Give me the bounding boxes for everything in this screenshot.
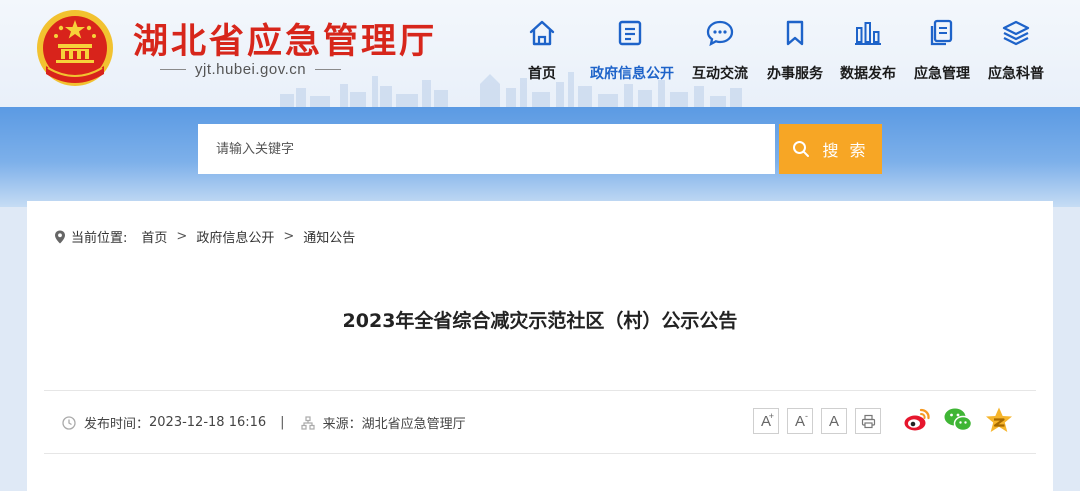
- publish-time: 2023-12-18 16:16: [149, 415, 267, 430]
- breadcrumb-notice-link[interactable]: 通知公告: [303, 227, 355, 246]
- nav-item-home[interactable]: 首页: [502, 18, 582, 88]
- bar-chart-icon: [855, 22, 881, 45]
- search-button[interactable]: 搜 索: [779, 124, 882, 174]
- article-title: 2023年全省综合减灾示范社区（村）公示公告: [342, 310, 738, 332]
- weibo-icon[interactable]: [903, 406, 931, 434]
- nav-label: 互动交流: [692, 66, 748, 82]
- source-value: 湖北省应急管理厅: [361, 417, 466, 432]
- bookmark-icon: [786, 20, 804, 46]
- site-header: 湖北省应急管理厅 yjt.hubei.gov.cn 首页 政府信息公开 互动交流…: [0, 0, 1080, 107]
- breadcrumb-separator: >: [283, 229, 295, 244]
- article-meta: 发布时间： 2023-12-18 16:16 | 来源： 湖北省应急管理厅: [62, 413, 466, 432]
- font-size-tools: A + A- A: [753, 408, 889, 434]
- nav-item-science[interactable]: 应急科普: [976, 18, 1056, 88]
- breadcrumb-prefix: 当前位置:: [71, 231, 128, 246]
- chat-icon: [706, 20, 734, 47]
- font-reset-button[interactable]: A: [821, 408, 847, 434]
- print-icon: [861, 414, 875, 428]
- source-label: 来源：: [322, 417, 362, 432]
- nav-label: 应急管理: [914, 66, 970, 82]
- clock-icon: [62, 415, 76, 430]
- site-title: 湖北省应急管理厅: [133, 22, 438, 62]
- minus-icon: -: [805, 411, 808, 421]
- nav-label: 办事服务: [767, 66, 823, 82]
- files-icon: [930, 19, 953, 46]
- domain-text: yjt.hubei.gov.cn: [195, 61, 307, 78]
- home-icon: [529, 20, 555, 46]
- nav-item-data[interactable]: 数据发布: [828, 18, 908, 88]
- nav-item-emergency[interactable]: 应急管理: [902, 18, 982, 88]
- print-button[interactable]: [855, 408, 881, 434]
- qzone-icon[interactable]: [985, 406, 1013, 434]
- nav-item-interaction[interactable]: 互动交流: [680, 18, 760, 88]
- divider: [44, 390, 1036, 391]
- document-icon: [618, 20, 642, 46]
- nav-label: 数据发布: [840, 66, 896, 82]
- search-input[interactable]: [198, 124, 775, 174]
- location-pin-icon: [55, 230, 65, 243]
- nav-label: 应急科普: [988, 66, 1044, 82]
- nav-item-gov-info[interactable]: 政府信息公开: [590, 18, 674, 88]
- nav-label: 首页: [528, 66, 556, 82]
- domain-right-line: [315, 69, 342, 70]
- layers-icon: [1002, 20, 1030, 46]
- national-emblem-logo: [37, 10, 113, 86]
- domain-left-line: [160, 69, 186, 70]
- search-icon: [793, 141, 810, 157]
- meta-divider: |: [280, 415, 285, 430]
- font-reset-label: A: [828, 412, 839, 430]
- breadcrumb-gov-info-link[interactable]: 政府信息公开: [196, 227, 274, 246]
- breadcrumb-home-link[interactable]: 首页: [141, 227, 167, 246]
- nav-item-services[interactable]: 办事服务: [755, 18, 835, 88]
- nav-label: 政府信息公开: [590, 66, 674, 82]
- font-increase-button[interactable]: A +: [753, 408, 779, 434]
- publish-time-label: 发布时间：: [84, 417, 150, 432]
- plus-icon: +: [768, 411, 774, 421]
- sitemap-icon: [300, 415, 315, 430]
- search-button-label: 搜 索: [822, 141, 869, 160]
- site-domain: yjt.hubei.gov.cn: [160, 61, 342, 78]
- breadcrumb: 当前位置: 首页 > 政府信息公开 > 通知公告: [54, 227, 355, 246]
- wechat-icon[interactable]: [943, 406, 973, 434]
- font-decrease-button[interactable]: A-: [787, 408, 813, 434]
- divider: [44, 453, 1036, 454]
- breadcrumb-separator: >: [176, 229, 188, 244]
- font-decrease-label: A: [794, 412, 805, 430]
